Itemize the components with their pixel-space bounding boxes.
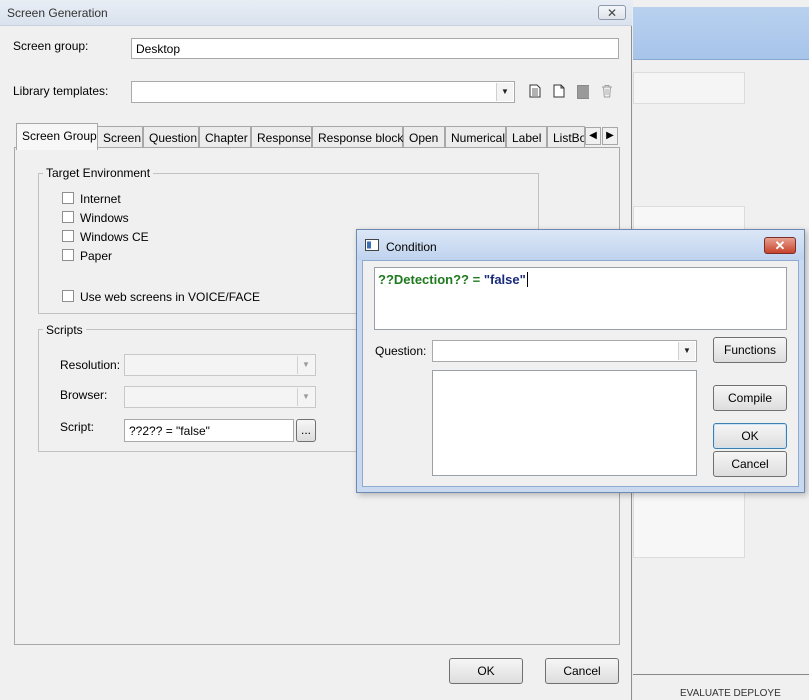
library-templates-select[interactable]: ▼ (131, 81, 515, 103)
tab-listbox[interactable]: ListBo (547, 126, 585, 147)
screen-group-label: Screen group: (13, 39, 89, 53)
script-label: Script: (60, 420, 95, 434)
resolution-select: ▼ (124, 354, 316, 376)
close-button[interactable]: ✕ (598, 5, 626, 20)
browser-label: Browser: (60, 388, 108, 402)
question-list[interactable] (432, 370, 697, 476)
new-document-icon[interactable] (553, 84, 565, 98)
expression-identifier: ??Detection?? = (378, 272, 481, 287)
tab-chapter[interactable]: Chapter (199, 126, 251, 147)
condition-title: Condition (386, 240, 437, 254)
screen-group-input[interactable]: Desktop (131, 38, 619, 59)
tab-response[interactable]: Response (251, 126, 312, 147)
paper-checkbox[interactable] (62, 249, 74, 261)
tab-numerical[interactable]: Numerical (445, 126, 506, 147)
windows-ce-label: Windows CE (80, 230, 149, 244)
resolution-label: Resolution: (60, 358, 121, 372)
question-label: Question: (375, 344, 427, 358)
windows-checkbox[interactable] (62, 211, 74, 223)
condition-close-button[interactable]: ✕ (764, 237, 796, 254)
chevron-down-icon: ▼ (297, 388, 314, 406)
background-app-divider (633, 674, 809, 675)
tab-label[interactable]: Label (506, 126, 547, 147)
tab-scroll-left-button[interactable]: ◀ (585, 127, 601, 145)
expression-value: "false" (483, 272, 526, 287)
script-input[interactable]: ??2?? = "false" (124, 419, 294, 442)
functions-button[interactable]: Functions (713, 337, 787, 363)
tab-screen-group[interactable]: Screen Group (16, 123, 98, 150)
internet-label: Internet (80, 192, 121, 206)
chevron-down-icon[interactable]: ▼ (678, 342, 695, 360)
window-icon (365, 239, 379, 251)
ok-button[interactable]: OK (449, 658, 523, 684)
tab-scroll-right-button[interactable]: ▶ (602, 127, 618, 145)
dialog-title: Screen Generation (7, 6, 108, 20)
background-app-panel (633, 72, 745, 104)
open-document-icon[interactable] (529, 84, 541, 98)
background-app-header (633, 7, 809, 60)
tab-question[interactable]: Question (143, 126, 199, 147)
tab-response-block[interactable]: Response block (312, 126, 403, 147)
tab-open[interactable]: Open (403, 126, 445, 147)
paper-label: Paper (80, 249, 113, 263)
condition-ok-button[interactable]: OK (713, 423, 787, 449)
save-icon[interactable] (577, 85, 589, 99)
chevron-down-icon[interactable]: ▼ (496, 83, 513, 101)
compile-button[interactable]: Compile (713, 385, 787, 411)
delete-icon[interactable] (601, 84, 613, 98)
voice-face-label: Use web screens in VOICE/FACE (80, 290, 261, 304)
browser-select: ▼ (124, 386, 316, 408)
library-templates-label: Library templates: (13, 84, 109, 98)
condition-cancel-button[interactable]: Cancel (713, 451, 787, 477)
internet-checkbox[interactable] (62, 192, 74, 204)
script-browse-button[interactable]: ... (296, 419, 316, 442)
windows-ce-checkbox[interactable] (62, 230, 74, 242)
target-environment-title: Target Environment (43, 166, 154, 180)
scripts-title: Scripts (43, 323, 86, 337)
windows-label: Windows (80, 211, 129, 225)
background-app-status: EVALUATE DEPLOYE (680, 688, 781, 699)
voice-face-checkbox[interactable] (62, 290, 74, 302)
question-select[interactable]: ▼ (432, 340, 697, 362)
tab-screen[interactable]: Screen (97, 126, 143, 147)
cancel-button[interactable]: Cancel (545, 658, 619, 684)
text-cursor (526, 272, 528, 287)
condition-expression-editor[interactable]: ??Detection?? = "false" (374, 267, 787, 330)
chevron-down-icon: ▼ (297, 356, 314, 374)
